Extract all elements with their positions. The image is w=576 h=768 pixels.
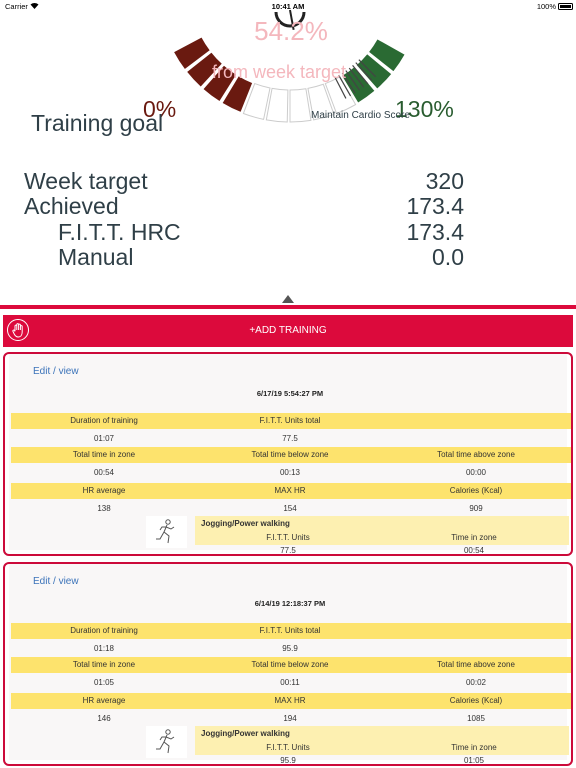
stats-header-row: HR average MAX HR Calories (Kcal) <box>11 483 571 499</box>
stat-value: 138 <box>97 504 111 513</box>
stat-label: Total time below zone <box>251 450 329 459</box>
training-datetime: 6/17/19 5:54:27 PM <box>256 389 324 398</box>
week-target-row: Week target 320 <box>0 168 576 194</box>
manual-row: Manual 0.0 <box>0 244 576 270</box>
activity-name: Jogging/Power walking <box>201 729 290 738</box>
stat-label: MAX HR <box>274 696 306 705</box>
activity-name-row: Jogging/Power walking <box>195 516 569 532</box>
stat-value: 00:02 <box>465 678 487 687</box>
stat-label: Duration of training <box>70 416 138 425</box>
app-root: Carrier 10:41 AM 100% 54.2% from week ta… <box>0 0 576 768</box>
running-person-icon <box>146 726 187 758</box>
stats-value-row: 01:07 77.5 <box>11 431 571 445</box>
stat-label: Total time above zone <box>437 450 515 459</box>
fitt-hrc-value: 173.4 <box>406 219 464 245</box>
goal-name: Maintain Cardio Score <box>311 110 410 121</box>
activity-stat-label: Time in zone <box>451 743 497 752</box>
stat-label: HR average <box>82 486 126 495</box>
stats-value-row: 00:54 00:13 00:00 <box>11 465 571 479</box>
stat-value: 01:18 <box>93 644 115 653</box>
activity-stat-value: 00:54 <box>463 546 485 555</box>
training-datetime: 6/14/19 12:18:37 PM <box>254 599 326 608</box>
edit-view-link[interactable]: Edit / view <box>33 366 79 377</box>
week-target-label: Week target <box>24 168 148 194</box>
gauge-segment <box>289 88 312 123</box>
stat-value: 194 <box>283 714 297 723</box>
stat-value: 01:05 <box>93 678 115 687</box>
stat-value: 146 <box>97 714 111 723</box>
achieved-row: Achieved 173.4 <box>0 193 576 219</box>
stat-value: 01:07 <box>93 434 115 443</box>
manual-value: 0.0 <box>432 244 464 270</box>
training-card-body: Edit / view 6/17/19 5:54:27 PM Duration … <box>9 354 571 554</box>
activity-stat-value: 77.5 <box>280 546 296 555</box>
stat-value: 00:13 <box>279 468 301 477</box>
stat-label: Total time below zone <box>251 660 329 669</box>
manual-label: Manual <box>58 244 134 270</box>
stat-label: Calories (Kcal) <box>449 696 503 705</box>
training-card: Edit / view 6/14/19 12:18:37 PM Duration… <box>3 562 573 766</box>
stat-label: Total time in zone <box>72 660 136 669</box>
stat-label: Duration of training <box>70 626 138 635</box>
achieved-label: Achieved <box>24 193 119 219</box>
training-card-body: Edit / view 6/14/19 12:18:37 PM Duration… <box>9 564 571 764</box>
stat-value: 00:00 <box>465 468 487 477</box>
activity-label-row: F.I.T.T. Units Time in zone <box>195 741 569 755</box>
stat-value: 909 <box>469 504 483 513</box>
edit-view-link[interactable]: Edit / view <box>33 576 79 587</box>
activity-value-row: 95.9 01:05 <box>195 754 569 765</box>
stat-label: Total time above zone <box>437 660 515 669</box>
add-training-label: +ADD TRAINING <box>249 325 327 336</box>
activity-stat-label: F.I.T.T. Units <box>266 743 310 752</box>
activity-name-row: Jogging/Power walking <box>195 726 569 742</box>
activity-stat-label: Time in zone <box>451 533 497 542</box>
stats-header-row: Total time in zone Total time below zone… <box>11 657 571 673</box>
stats-value-row: 01:18 95.9 <box>11 641 571 655</box>
hand-icon[interactable] <box>7 319 29 341</box>
stats-header-row: Duration of training F.I.T.T. Units tota… <box>11 623 571 639</box>
stats-header-row: HR average MAX HR Calories (Kcal) <box>11 693 571 709</box>
activity-stat-label: F.I.T.T. Units <box>266 533 310 542</box>
goal-percent: 54.2% <box>254 16 328 46</box>
add-training-button[interactable]: +ADD TRAINING <box>3 315 573 347</box>
activity-stat-value: 01:05 <box>463 756 485 765</box>
stat-value: 1085 <box>467 714 485 723</box>
from-week-target-label: from week target <box>212 62 347 82</box>
stat-label: Calories (Kcal) <box>449 486 503 495</box>
training-goal-gauge: 54.2% from week target 0% 130% Training … <box>0 0 576 140</box>
training-goal-title: Training goal <box>31 110 164 136</box>
week-target-value: 320 <box>425 168 464 194</box>
running-person-icon <box>146 516 187 548</box>
stat-value: 00:11 <box>280 678 300 687</box>
stats-header-row: Total time in zone Total time below zone… <box>11 447 571 463</box>
stat-value: 77.5 <box>282 434 298 443</box>
achieved-value: 173.4 <box>406 193 464 219</box>
fitt-hrc-row: F.I.T.T. HRC 173.4 <box>0 219 576 245</box>
training-card: Edit / view 6/17/19 5:54:27 PM Duration … <box>3 352 573 556</box>
activity-label-row: F.I.T.T. Units Time in zone <box>195 531 569 545</box>
stats-header-row: Duration of training F.I.T.T. Units tota… <box>11 413 571 429</box>
stat-label: F.I.T.T. Units total <box>259 626 321 635</box>
stat-label: F.I.T.T. Units total <box>259 416 321 425</box>
stat-label: MAX HR <box>274 486 306 495</box>
gauge-segment <box>265 87 289 123</box>
activity-name: Jogging/Power walking <box>201 519 290 528</box>
stat-label: HR average <box>82 696 126 705</box>
drawer-handle-icon[interactable] <box>282 295 294 303</box>
stat-value: 00:54 <box>93 468 115 477</box>
stats-value-row: 01:05 00:11 00:02 <box>11 675 571 689</box>
section-divider <box>0 305 576 309</box>
stats-value-row: 146 194 1085 <box>11 711 571 725</box>
stat-value: 154 <box>283 504 297 513</box>
stats-value-row: 138 154 909 <box>11 501 571 515</box>
stat-value: 95.9 <box>282 644 298 653</box>
activity-stat-value: 95.9 <box>280 756 296 765</box>
activity-value-row: 77.5 00:54 <box>195 544 569 555</box>
stat-label: Total time in zone <box>72 450 136 459</box>
fitt-hrc-label: F.I.T.T. HRC <box>58 219 181 245</box>
